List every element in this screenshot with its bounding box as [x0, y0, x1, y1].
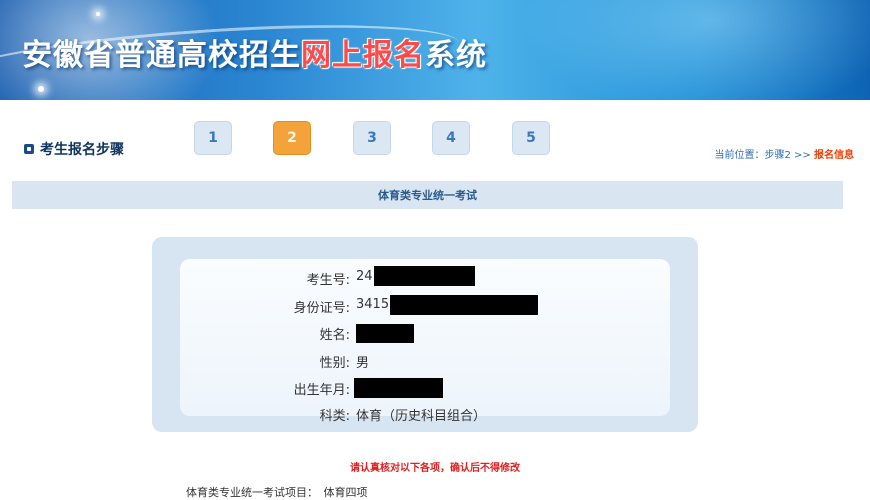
confirm-notice: 请认真核对以下各项，确认后不得修改 [350, 463, 520, 474]
steps-title: 考生报名步骤 [24, 139, 124, 159]
banner-title-part1: 安徽省普通高校招生 [22, 38, 301, 73]
step-3-button[interactable]: 3 [353, 121, 391, 155]
breadcrumb: 当前位置：步骤2 >> 报名信息 [715, 146, 855, 161]
gender-row: 性别: 男 [180, 352, 670, 372]
banner-title-highlight: 网上报名 [301, 38, 425, 73]
square-bullet-icon [24, 144, 34, 154]
redaction-box [374, 266, 475, 286]
subject-label: 科类: [319, 409, 350, 424]
step-1-button[interactable]: 1 [194, 121, 232, 155]
info-card-inner: 考生号: 24 身份证号: 3415 姓名: 性别: 男 出生年月: 科类: 体… [180, 259, 670, 424]
exam-no-label: 考生号: [306, 273, 350, 288]
banner-title-part2: 系统 [425, 38, 487, 73]
birth-label: 出生年月: [293, 383, 350, 398]
step-2-button[interactable]: 2 [273, 121, 311, 155]
name-label: 姓名: [319, 328, 350, 343]
redaction-box [356, 324, 414, 343]
steps-title-label: 考生报名步骤 [40, 142, 124, 158]
section-header: 体育类专业统一考试 [12, 181, 843, 209]
birth-row: 出生年月: [180, 378, 670, 399]
id-row: 身份证号: 3415 [180, 295, 670, 317]
sparkle-icon [96, 12, 100, 16]
breadcrumb-current: 报名信息 [814, 150, 854, 161]
banner-glow-right [520, 0, 870, 100]
gender-value: 男 [356, 356, 370, 371]
info-card: 考生号: 24 身份证号: 3415 姓名: 性别: 男 出生年月: 科类: 体… [152, 237, 698, 432]
breadcrumb-prefix: 当前位置：步骤2 >> [714, 150, 811, 161]
id-value: 3415 [356, 297, 390, 312]
header-banner: 安徽省普通高校招生网上报名系统 [0, 0, 870, 100]
gender-label: 性别: [319, 356, 350, 371]
exam-no-row: 考生号: 24 [180, 266, 670, 289]
section-title: 体育类专业统一考试 [378, 189, 477, 202]
steps-bar: 考生报名步骤 1 2 3 4 5 当前位置：步骤2 >> 报名信息 [0, 100, 870, 180]
sparkle-icon [38, 86, 44, 92]
subject-value: 体育（历史科目组合） [356, 409, 487, 424]
subject-row: 科类: 体育（历史科目组合） [180, 405, 670, 425]
name-row: 姓名: [180, 324, 670, 344]
redaction-box [354, 378, 443, 398]
exam-no-value: 24 [356, 269, 373, 284]
redaction-box [390, 295, 538, 315]
id-label: 身份证号: [293, 301, 350, 316]
step-5-button[interactable]: 5 [512, 121, 550, 155]
step-4-button[interactable]: 4 [432, 121, 470, 155]
banner-title: 安徽省普通高校招生网上报名系统 [22, 30, 487, 74]
exam-items-line: 体育类专业统一考试项目： 体育四项 [186, 486, 368, 499]
